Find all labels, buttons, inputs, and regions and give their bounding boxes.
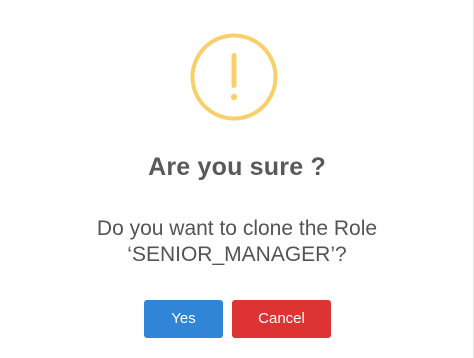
cancel-button[interactable]: Cancel: [232, 300, 331, 338]
dialog-title: Are you sure ?: [148, 153, 326, 181]
dialog-message-line-2: ‘SENIOR_MANAGER’?: [127, 243, 347, 266]
dialog-message-line-1: Do you want to clone the Role: [96, 217, 378, 240]
yes-button[interactable]: Yes: [144, 300, 223, 338]
warning-icon: [190, 33, 278, 121]
dialog-actions: Yes Cancel: [0, 300, 474, 338]
confirm-dialog: Are you sure ? Do you want to clone the …: [0, 0, 474, 358]
dialog-message: Do you want to clone the Role ‘SENIOR_MA…: [0, 216, 474, 268]
